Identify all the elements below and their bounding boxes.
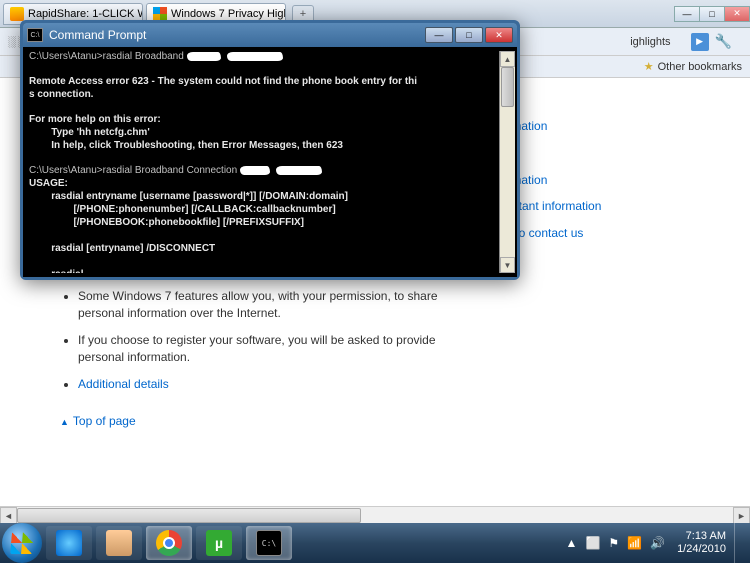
command-prompt-window[interactable]: C:\ Command Prompt — □ ✕ C:\Users\Atanu>… [20, 20, 520, 280]
redacted-smudge [276, 166, 322, 175]
show-hidden-icons-button[interactable]: ▲ [566, 536, 578, 550]
top-of-page-link[interactable]: Top of page [60, 414, 136, 428]
other-bookmarks-button[interactable]: Other bookmarks [658, 61, 742, 73]
command-prompt-titlebar[interactable]: C:\ Command Prompt — □ ✕ [23, 23, 517, 47]
wrench-icon[interactable]: 🔧 [715, 33, 732, 50]
redacted-smudge [240, 166, 270, 175]
maximize-button[interactable]: □ [699, 6, 725, 22]
close-button[interactable]: ✕ [485, 27, 513, 43]
windows-favicon [153, 7, 167, 21]
scroll-right-button[interactable]: ► [733, 507, 750, 524]
date-text: 1/24/2010 [677, 543, 726, 556]
scroll-thumb[interactable] [501, 67, 514, 107]
taskbar-item-utorrent[interactable]: µ [196, 526, 242, 560]
window-title: Command Prompt [49, 28, 423, 42]
taskbar-item-chrome[interactable] [146, 526, 192, 560]
url-fragment: ighlights [630, 36, 670, 48]
scroll-track[interactable] [500, 67, 515, 257]
taskbar-item-explorer[interactable] [96, 526, 142, 560]
additional-details-link[interactable]: Additional details [78, 377, 169, 391]
tab-title: RapidShare: 1-CLICK We... [28, 8, 143, 20]
system-tray: ▲ ⬜ ⚑ 📶 🔊 7:13 AM 1/24/2010 [562, 523, 750, 563]
minimize-button[interactable]: — [674, 6, 700, 22]
scroll-up-button[interactable]: ▲ [500, 51, 515, 67]
play-icon[interactable]: ▶ [691, 33, 709, 51]
start-button[interactable] [2, 523, 42, 563]
minimize-button[interactable]: — [425, 27, 453, 43]
maximize-button[interactable]: □ [455, 27, 483, 43]
scroll-left-button[interactable]: ◄ [0, 507, 17, 524]
terminal-output[interactable]: C:\Users\Atanu>rasdial Broadband Remote … [29, 51, 499, 273]
volume-icon[interactable]: 🔊 [650, 536, 665, 550]
taskbar-item-cmd[interactable]: C:\ [246, 526, 292, 560]
terminal-scrollbar[interactable]: ▲ ▼ [499, 51, 515, 273]
list-item: If you choose to register your software,… [78, 332, 440, 366]
tab-title: Windows 7 Privacy Highli... [171, 8, 286, 20]
scroll-thumb[interactable] [17, 508, 361, 523]
scroll-down-button[interactable]: ▼ [500, 257, 515, 273]
redacted-smudge [227, 52, 283, 61]
tray-icon[interactable]: ⬜ [585, 536, 600, 550]
star-icon: ★ [644, 60, 654, 73]
window-controls: — □ ✕ [675, 6, 750, 22]
close-button[interactable]: ✕ [724, 6, 750, 22]
network-icon[interactable]: 📶 [627, 536, 642, 550]
command-prompt-body: C:\Users\Atanu>rasdial Broadband Remote … [23, 47, 517, 277]
list-item: Additional details [78, 376, 440, 393]
scroll-track[interactable] [17, 507, 733, 523]
taskbar-item-ie[interactable] [46, 526, 92, 560]
action-center-icon[interactable]: ⚑ [608, 536, 619, 550]
redacted-smudge [187, 52, 221, 61]
list-item: Some Windows 7 features allow you, with … [78, 288, 440, 322]
horizontal-scrollbar[interactable]: ◄ ► [0, 506, 750, 523]
show-desktop-button[interactable] [734, 523, 744, 563]
taskbar: µ C:\ ▲ ⬜ ⚑ 📶 🔊 7:13 AM 1/24/2010 [0, 523, 750, 563]
command-prompt-icon: C:\ [27, 28, 43, 42]
rapidshare-favicon [10, 7, 24, 21]
time-text: 7:13 AM [677, 530, 726, 543]
clock[interactable]: 7:13 AM 1/24/2010 [677, 530, 726, 556]
